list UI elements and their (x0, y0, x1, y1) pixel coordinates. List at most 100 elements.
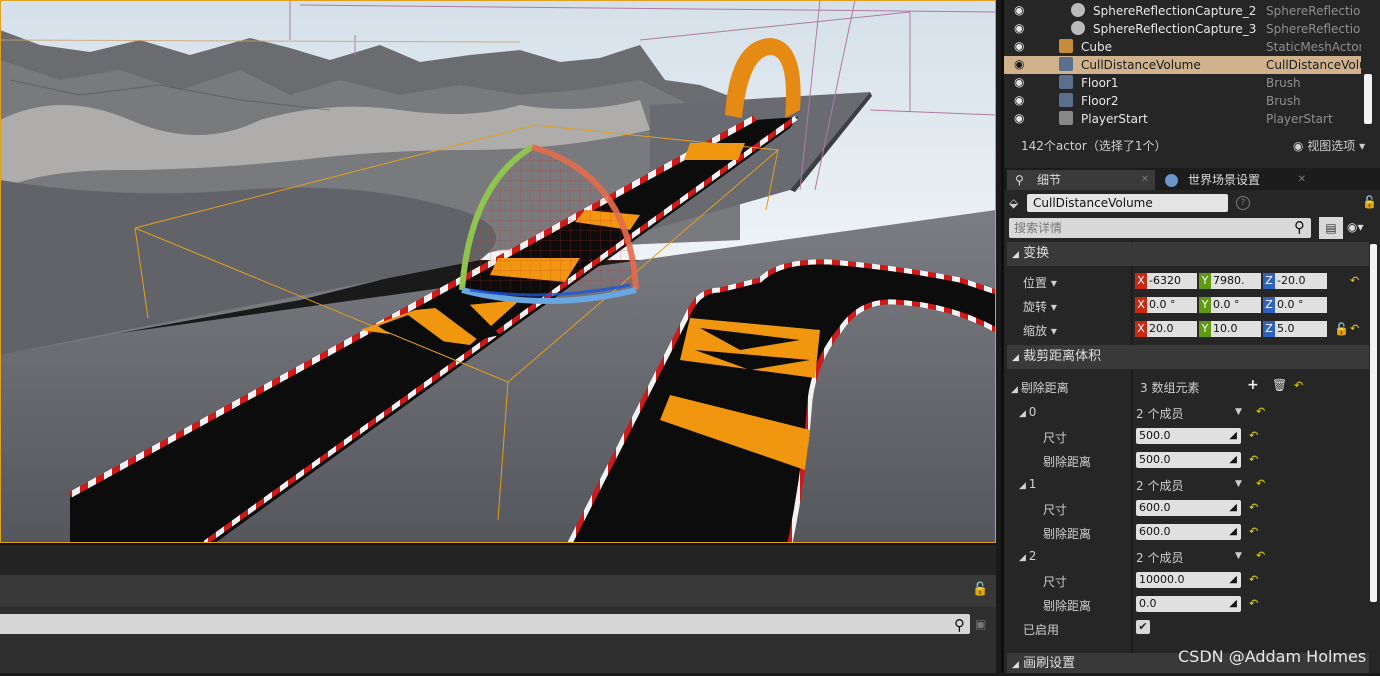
outliner-row-selected[interactable]: ◉ CullDistanceVolume CullDistanceVolu (1004, 56, 1361, 74)
spin-icon: ◢ (1229, 430, 1237, 441)
right-panel: ◉ SphereReflectionCapture_2 SphereReflec… (1001, 0, 1380, 673)
help-icon[interactable]: ? (1236, 196, 1250, 210)
actor-count-status: 142个actor（选择了1个） (1021, 139, 1167, 153)
enabled-checkbox[interactable]: ✔ (1136, 620, 1150, 634)
rotation-label[interactable]: 旋转 ▾ (1023, 298, 1057, 315)
reset-arrow-icon[interactable]: ↶ (1256, 405, 1265, 418)
reset-arrow-icon[interactable]: ↶ (1249, 573, 1258, 586)
category-label: 变换 (1023, 246, 1050, 261)
column-separator (1131, 240, 1133, 673)
property-matrix-icon[interactable]: ▤ (1319, 217, 1343, 239)
cull-distance-field-2[interactable]: 0.0 ◢ (1136, 596, 1241, 612)
category-cull-distance-volume[interactable]: ◢ 裁剪距离体积 (1007, 345, 1369, 369)
rotation-x-field[interactable]: 0.0 ° (1147, 297, 1197, 313)
size-field-1[interactable]: 600.0 ◢ (1136, 500, 1241, 516)
label-text: 缩放 (1023, 324, 1048, 338)
location-z-field[interactable]: -20.0 (1275, 273, 1327, 289)
cull-distance-label: 剔除距离 (1043, 455, 1092, 469)
search-icon[interactable]: ⚲ (954, 616, 965, 634)
location-label[interactable]: 位置 ▾ (1023, 274, 1057, 291)
search-details-input[interactable]: 搜索详情 (1009, 218, 1311, 238)
members-count: 2 个成员 (1136, 551, 1184, 565)
visibility-eye-icon[interactable]: ◉ (1014, 76, 1028, 88)
spin-icon: ◢ (1229, 502, 1237, 513)
outliner-row[interactable]: ◉ PlayerStart PlayerStart (1004, 110, 1361, 128)
members-count: 2 个成员 (1136, 407, 1184, 421)
reset-arrow-icon[interactable]: ↶ (1256, 477, 1265, 490)
array-element-0[interactable]: ◢ 0 (1019, 405, 1036, 419)
array-element-1[interactable]: ◢ 1 (1019, 477, 1036, 491)
reset-arrow-icon[interactable]: ↶ (1249, 453, 1258, 466)
reset-arrow-icon[interactable]: ↶ (1294, 379, 1303, 392)
cull-distance-field-1[interactable]: 600.0 ◢ (1136, 524, 1241, 540)
level-viewport[interactable] (0, 0, 996, 543)
size-field-2[interactable]: 10000.0 ◢ (1136, 572, 1241, 588)
visibility-eye-icon[interactable]: ◉ (1014, 40, 1028, 52)
eye-icon[interactable]: ◉▾ (1347, 220, 1364, 234)
location-y-field[interactable]: 7980. (1211, 273, 1261, 289)
outliner-row[interactable]: ◉ SphereReflectionCapture_2 SphereReflec… (1004, 2, 1361, 20)
scale-z-field[interactable]: 5.0 (1275, 321, 1327, 337)
visibility-eye-icon[interactable]: ◉ (1014, 22, 1028, 34)
reset-arrow-icon[interactable]: ↶ (1249, 429, 1258, 442)
scale-x-field[interactable]: 20.0 (1147, 321, 1197, 337)
visibility-eye-icon[interactable]: ◉ (1014, 58, 1028, 70)
view-options-button[interactable]: ◉ 视图选项 ▾ (1293, 137, 1365, 154)
scale-y-field[interactable]: 10.0 (1211, 321, 1261, 337)
array-element-2[interactable]: ◢ 2 (1019, 549, 1036, 563)
chevron-down-icon[interactable]: ▼ (1235, 551, 1242, 561)
rotation-vector: X 0.0 ° Y 0.0 ° Z 0.0 ° (1135, 297, 1335, 313)
reset-arrow-icon[interactable]: ↶ (1256, 549, 1265, 562)
close-icon[interactable]: ✕ (1141, 170, 1149, 190)
tab-world-settings[interactable]: 世界场景设置 ✕ (1158, 170, 1312, 190)
panel-tab-bar: ⚲ 细节 ✕ 世界场景设置 ✕ (1004, 168, 1380, 190)
close-icon[interactable]: ✕ (1298, 170, 1306, 190)
lock-ratio-icon[interactable]: 🔓 (1334, 322, 1349, 336)
add-element-icon[interactable]: + (1247, 377, 1259, 393)
cull-distances-label[interactable]: ◢ 剔除距离 (1011, 379, 1069, 396)
view-options-label: 视图选项 (1307, 139, 1356, 153)
search-icon[interactable]: ⚲ (1294, 218, 1305, 236)
chevron-down-icon[interactable]: ▼ (1235, 407, 1242, 417)
z-axis-tag: Z (1263, 297, 1275, 313)
spin-icon: ◢ (1229, 574, 1237, 585)
rotation-z-field[interactable]: 0.0 ° (1275, 297, 1327, 313)
tab-details[interactable]: ⚲ 细节 ✕ (1007, 170, 1155, 190)
outliner-scrollbar[interactable] (1364, 74, 1372, 124)
cull-distance-field-0[interactable]: 500.0 ◢ (1136, 452, 1241, 468)
save-search-icon[interactable]: ▣ (975, 617, 986, 631)
reset-arrow-icon[interactable]: ↶ (1350, 274, 1359, 287)
visibility-eye-icon[interactable]: ◉ (1014, 112, 1028, 124)
visibility-eye-icon[interactable]: ◉ (1014, 4, 1028, 16)
outliner-row[interactable]: ◉ Floor2 Brush (1004, 92, 1361, 110)
lock-icon[interactable]: 🔓 (972, 582, 988, 597)
outliner-row[interactable]: ◉ SphereReflectionCapture_3 SphereReflec… (1004, 20, 1361, 38)
category-transform[interactable]: ◢ 变换 (1007, 242, 1369, 266)
outliner-row[interactable]: ◉ Floor1 Brush (1004, 74, 1361, 92)
spin-icon: ◢ (1229, 454, 1237, 465)
location-x-field[interactable]: -6320 (1147, 273, 1197, 289)
label-text: 位置 (1023, 276, 1048, 290)
content-search-input[interactable] (0, 614, 970, 634)
scale-label[interactable]: 缩放 ▾ (1023, 322, 1057, 339)
outliner-row[interactable]: ◉ Cube StaticMeshActor (1004, 38, 1361, 56)
label-text: 旋转 (1023, 300, 1048, 314)
index-label: 0 (1028, 405, 1037, 419)
rotation-y-field[interactable]: 0.0 ° (1211, 297, 1261, 313)
y-axis-tag: Y (1199, 321, 1211, 337)
size-field-0[interactable]: 500.0 ◢ (1136, 428, 1241, 444)
reset-arrow-icon[interactable]: ↶ (1249, 525, 1258, 538)
field-value: 500.0 (1139, 453, 1171, 466)
player-start-icon (1059, 111, 1073, 125)
reset-arrow-icon[interactable]: ↶ (1249, 501, 1258, 514)
chevron-down-icon[interactable]: ▼ (1235, 479, 1242, 489)
visibility-eye-icon[interactable]: ◉ (1014, 94, 1028, 106)
static-mesh-icon (1059, 39, 1073, 53)
collapse-arrow-icon: ◢ (1011, 385, 1021, 395)
reset-arrow-icon[interactable]: ↶ (1350, 322, 1359, 335)
actor-name-field[interactable]: CullDistanceVolume (1027, 194, 1228, 212)
lock-icon[interactable]: 🔓 (1362, 195, 1377, 209)
reset-arrow-icon[interactable]: ↶ (1249, 597, 1258, 610)
trash-icon[interactable]: 🗑 (1272, 378, 1287, 392)
details-scrollbar[interactable] (1370, 244, 1377, 602)
